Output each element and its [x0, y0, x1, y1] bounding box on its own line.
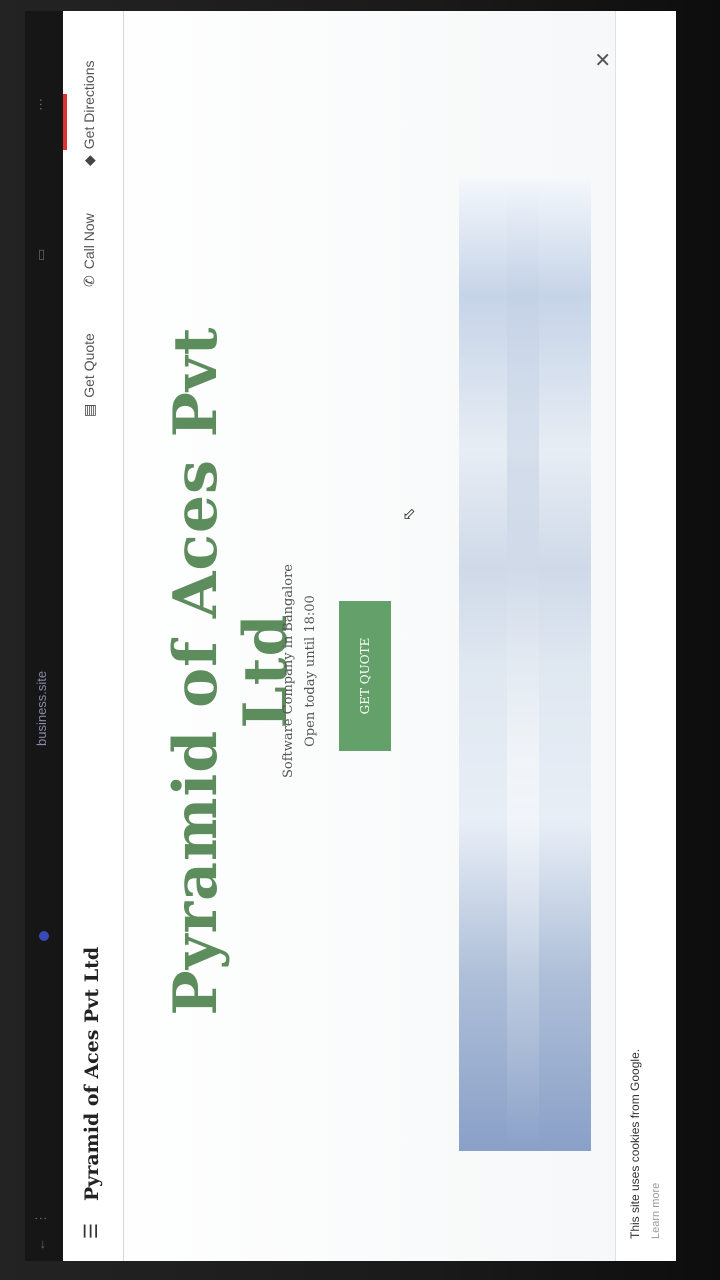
- cookie-text: This site uses cookies from Google.: [628, 1048, 642, 1239]
- address-bar[interactable]: business.site: [34, 671, 49, 746]
- laptop-screen: ← ⋮ business.site ▭ ⋯ ☰ Pyramid of Aces …: [25, 11, 705, 1261]
- hamburger-menu-icon[interactable]: ☰: [81, 1221, 101, 1241]
- accent-bar: [63, 94, 67, 150]
- close-icon[interactable]: ✕: [591, 51, 616, 68]
- browser-chrome: ← ⋮ business.site ▭ ⋯: [25, 11, 63, 1261]
- mouse-cursor-icon: ⬁: [401, 507, 418, 521]
- nav-call-now[interactable]: ✆Call Now: [81, 213, 98, 287]
- hero-image: [459, 179, 591, 1151]
- web-page: ☰ Pyramid of Aces Pvt Ltd ▤Get Quote ✆Ca…: [63, 11, 676, 1261]
- hero-title: Pyramid of Aces Pvt Ltd: [161, 326, 301, 1016]
- nav-get-quote[interactable]: ▤Get Quote: [81, 333, 98, 417]
- get-quote-button[interactable]: GET QUOTE: [339, 601, 391, 751]
- opening-hours: Open today until 18:00: [303, 595, 318, 747]
- site-brand[interactable]: Pyramid of Aces Pvt Ltd: [81, 947, 103, 1201]
- directions-icon: ◆: [81, 155, 97, 166]
- photo-background: ← ⋮ business.site ▭ ⋯ ☰ Pyramid of Aces …: [0, 0, 720, 1280]
- menu-icon[interactable]: ⋮: [33, 1212, 49, 1225]
- quote-icon: ▤: [81, 403, 97, 417]
- tab-icon[interactable]: ▭: [33, 249, 49, 261]
- learn-more-link[interactable]: Learn more: [650, 1183, 662, 1239]
- more-icon[interactable]: ⋯: [33, 98, 49, 111]
- business-category: Software Company in Bangalore: [281, 564, 296, 779]
- back-icon[interactable]: ←: [33, 1238, 48, 1251]
- phone-icon: ✆: [81, 275, 97, 287]
- profile-icon[interactable]: [39, 931, 49, 941]
- nav-get-directions[interactable]: ◆Get Directions: [81, 61, 98, 166]
- site-header: ☰ Pyramid of Aces Pvt Ltd ▤Get Quote ✆Ca…: [63, 11, 124, 1261]
- cookie-banner: This site uses cookies from Google. Lear…: [615, 11, 676, 1261]
